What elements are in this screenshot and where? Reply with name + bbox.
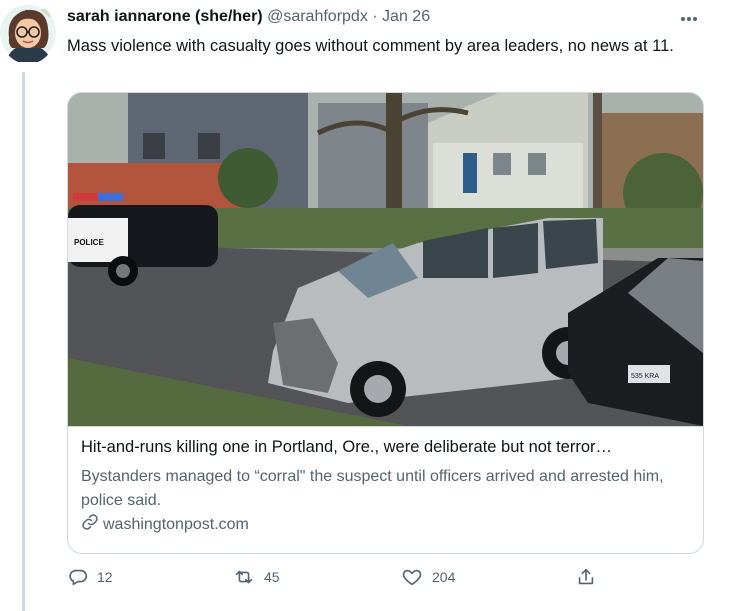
retweet-icon xyxy=(232,566,256,588)
avatar-illustration xyxy=(0,5,56,62)
tweet-actions: 12 45 204 xyxy=(67,566,607,592)
reply-count: 12 xyxy=(97,569,113,585)
police-label: POLICE xyxy=(74,238,104,247)
retweet-count: 45 xyxy=(264,569,280,585)
card-domain-text: washingtonpost.com xyxy=(103,515,249,533)
author-handle[interactable]: @sarahforpdx xyxy=(267,8,368,25)
share-icon xyxy=(575,566,597,588)
card-title[interactable]: Hit-and-runs killing one in Portland, Or… xyxy=(81,438,693,457)
reply-icon xyxy=(67,566,89,588)
like-icon xyxy=(400,566,424,588)
share-button[interactable] xyxy=(575,566,597,588)
card-image: POLICE 535 KRA xyxy=(68,93,703,426)
tweet-text: Mass violence with casualty goes without… xyxy=(67,37,674,55)
author-name[interactable]: sarah iannarone (she/her) xyxy=(67,8,263,25)
card-description: Bystanders managed to “corral" the suspe… xyxy=(81,468,664,509)
thread-line xyxy=(22,72,25,611)
card-body: Hit-and-runs killing one in Portland, Or… xyxy=(68,426,703,553)
like-count: 204 xyxy=(432,569,456,585)
tweet-header: sarah iannarone (she/her) @sarahforpdx ·… xyxy=(67,8,430,26)
avatar[interactable] xyxy=(0,2,56,64)
retweet-button[interactable]: 45 xyxy=(232,566,280,588)
link-card[interactable]: POLICE 535 KRA Hit-and-runs killing one … xyxy=(67,92,704,554)
more-icon[interactable] xyxy=(681,8,703,24)
card-domain[interactable]: washingtonpost.com xyxy=(81,513,249,536)
header-separator: · xyxy=(372,8,378,25)
like-button[interactable]: 204 xyxy=(400,566,455,588)
tweet-date[interactable]: Jan 26 xyxy=(382,8,430,25)
link-icon xyxy=(81,513,99,536)
reply-button[interactable]: 12 xyxy=(67,566,113,588)
license-plate: 535 KRA xyxy=(631,373,659,380)
